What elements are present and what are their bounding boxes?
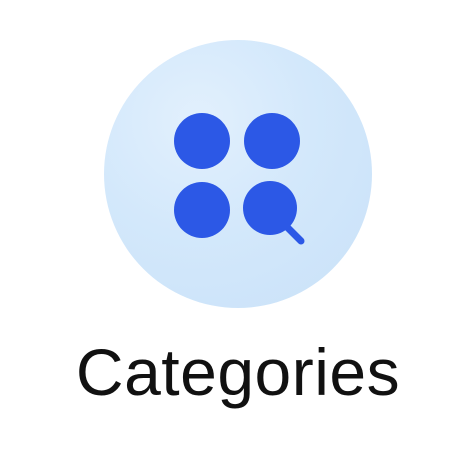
categories-search-icon	[174, 113, 305, 245]
app-label: Categories	[75, 335, 401, 409]
search-handle-icon	[283, 223, 305, 245]
category-dot-bottom-left-icon	[174, 182, 230, 238]
category-dot-top-right-icon	[244, 113, 300, 169]
categories-app-tile[interactable]: Categories	[0, 0, 476, 450]
category-dot-top-left-icon	[174, 113, 230, 169]
icon-background	[104, 40, 372, 308]
